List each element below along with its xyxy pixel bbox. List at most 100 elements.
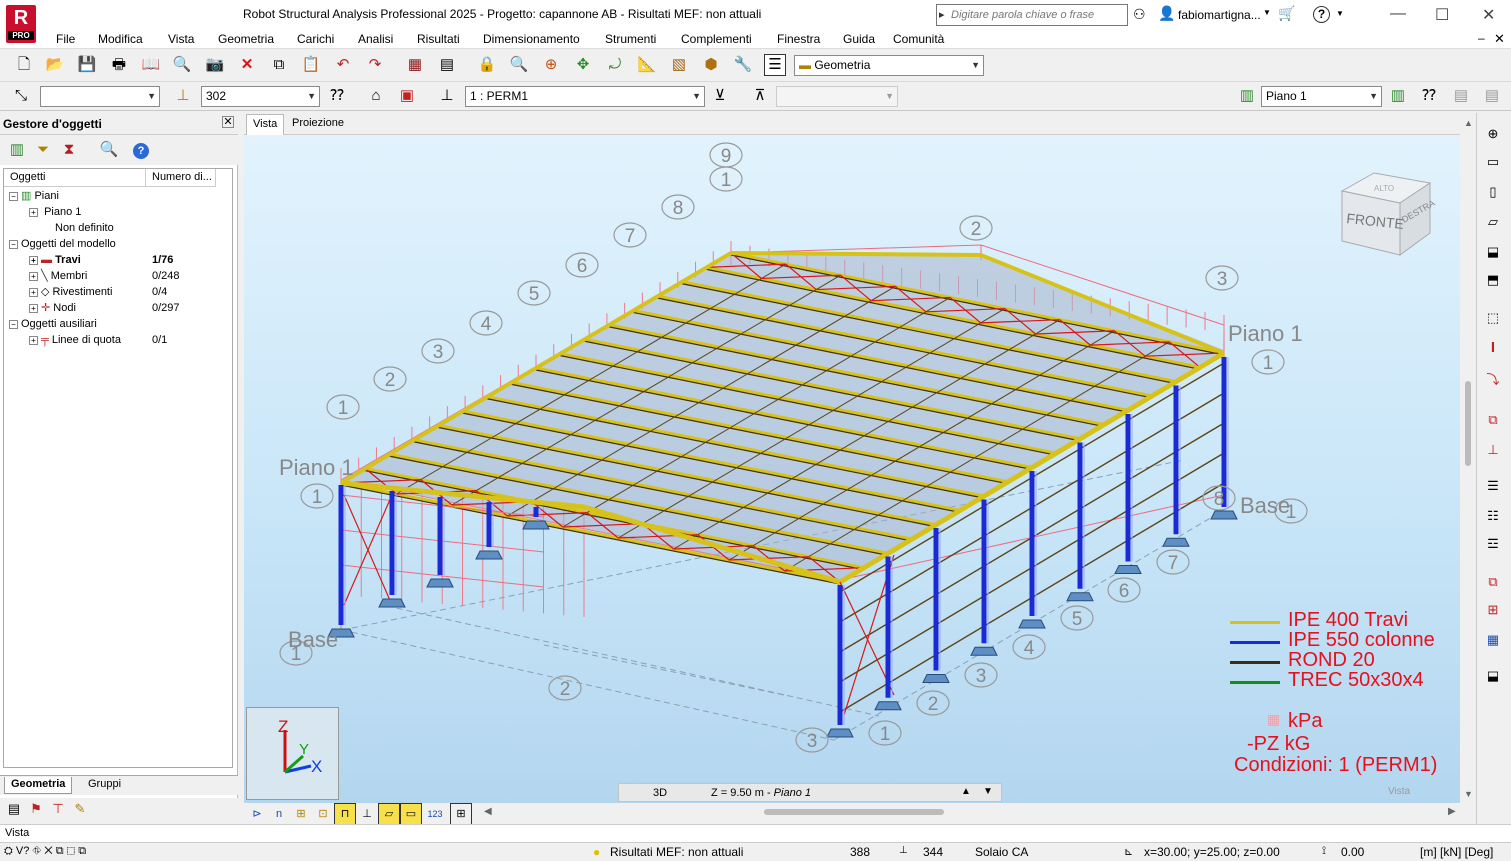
load-case-combo[interactable]: 1 : PERM1 ▼: [465, 86, 705, 107]
view-cube[interactable]: FRONTE DESTRA ALTO: [1334, 163, 1444, 263]
table-icon[interactable]: ▤: [436, 54, 458, 76]
menu-file[interactable]: File: [56, 32, 75, 46]
selection-combo[interactable]: ▼: [40, 86, 160, 107]
app-logo[interactable]: R PRO: [6, 5, 36, 43]
tools-icon[interactable]: 🔧: [732, 54, 754, 76]
clear-filter-icon[interactable]: ⧗: [58, 139, 80, 161]
cladding-display-icon[interactable]: ▭: [400, 803, 422, 825]
tree-item-nodi[interactable]: + ✛ Nodi: [29, 300, 76, 316]
undo-icon[interactable]: ↶: [332, 54, 354, 76]
expand-icon[interactable]: +: [29, 271, 38, 281]
calculator-icon[interactable]: ▦: [404, 54, 426, 76]
panel-display-icon[interactable]: ▱: [378, 803, 400, 825]
combination-tool-icon[interactable]: ☲: [1482, 533, 1504, 555]
section-tool-icon[interactable]: I: [1482, 337, 1504, 359]
status-units[interactable]: [m] [kN] [Deg]: [1420, 845, 1493, 859]
search-input[interactable]: Digitare parola chiave o frase: [936, 4, 1128, 26]
chevron-down-icon[interactable]: ▼: [1263, 8, 1271, 17]
select-icon[interactable]: ⤡: [10, 85, 32, 107]
redo-icon[interactable]: ↷: [364, 54, 386, 76]
tree-item-aux-objects[interactable]: − Oggetti ausiliari: [9, 316, 97, 332]
beam-tool-icon[interactable]: ▱: [1482, 211, 1504, 233]
search-icon[interactable]: 🔍: [98, 139, 120, 161]
collapse-icon[interactable]: −: [9, 191, 18, 201]
level-up-icon[interactable]: ▲: [961, 786, 971, 797]
menu-risultati[interactable]: Risultati: [417, 32, 460, 46]
expand-icon[interactable]: +: [29, 303, 38, 313]
level-down-icon[interactable]: ▼: [983, 786, 993, 797]
3d-viewport[interactable]: 91876543211231876543213211 Piano 1 Piano…: [244, 135, 1460, 803]
chevron-down-icon[interactable]: ▼: [1336, 9, 1344, 18]
rotate-icon[interactable]: ⤾: [604, 54, 626, 76]
brace-tool-icon[interactable]: ⬓: [1482, 241, 1504, 263]
scroll-left-icon[interactable]: ◀: [484, 806, 492, 817]
print-icon[interactable]: 🖶: [108, 54, 130, 76]
tree-item-travi[interactable]: + ▬ Travi: [29, 252, 81, 268]
scroll-up-icon[interactable]: ▲: [1464, 118, 1473, 128]
menu-geometria[interactable]: Geometria: [218, 32, 274, 46]
close-panel-icon[interactable]: ✕: [222, 116, 234, 128]
tree-item-piano-1[interactable]: + Piano 1: [29, 204, 81, 220]
open-folder-icon[interactable]: 📂: [44, 54, 66, 76]
menu-modifica[interactable]: Modifica: [98, 32, 143, 46]
storey-up-icon[interactable]: ▤: [1450, 85, 1472, 107]
menu-comunita[interactable]: Comunità: [893, 32, 944, 46]
structure-icon[interactable]: ⬢: [700, 54, 722, 76]
tab-gruppi[interactable]: Gruppi: [82, 777, 127, 794]
copy-icon[interactable]: ⧉: [78, 845, 86, 857]
bars-tool-icon[interactable]: ▭: [1482, 151, 1504, 173]
storey-down-icon[interactable]: ▤: [1481, 85, 1503, 107]
menu-finestra[interactable]: Finestra: [777, 32, 820, 46]
next-case-icon[interactable]: ⊼: [749, 85, 771, 107]
tree-item-model-objects[interactable]: − Oggetti del modello: [9, 236, 116, 252]
panel-tool-icon[interactable]: ⬚: [1482, 307, 1504, 329]
query-icon[interactable]: ⁇: [326, 85, 348, 107]
binoculars-icon[interactable]: ⚇: [1133, 6, 1146, 23]
collapse-icon[interactable]: −: [9, 319, 18, 329]
frame-tool-icon[interactable]: ⊞: [1482, 599, 1504, 621]
mdi-close-icon[interactable]: ✕: [1494, 31, 1505, 47]
tree-item-membri[interactable]: + ╲ Membri: [29, 268, 87, 284]
filter-icon[interactable]: ⏷: [32, 139, 54, 161]
storey-manage-icon[interactable]: ▥: [1387, 85, 1409, 107]
zoom-icon[interactable]: 🔍: [508, 54, 530, 76]
cross-icon[interactable]: ✕: [44, 845, 52, 857]
node-numbers-icon[interactable]: ⊳: [246, 803, 268, 825]
column-objects[interactable]: Oggetti: [4, 169, 146, 187]
tab-geometria[interactable]: Geometria: [4, 777, 73, 794]
properties-icon[interactable]: ▤: [3, 798, 25, 820]
load-table-icon[interactable]: ▣: [396, 85, 418, 107]
user-name[interactable]: fabiomartigna...: [1178, 8, 1261, 22]
storey-filter-icon[interactable]: ▥: [6, 139, 28, 161]
pan-icon[interactable]: ✥: [572, 54, 594, 76]
secondary-combo[interactable]: ▼: [776, 86, 898, 107]
maximize-icon[interactable]: ☐: [1435, 5, 1449, 25]
section-shape-icon[interactable]: ⊡: [312, 803, 334, 825]
load-tool-icon[interactable]: ☰: [1482, 475, 1504, 497]
support-tool-icon[interactable]: ⊥: [1482, 439, 1504, 461]
menu-analisi[interactable]: Analisi: [358, 32, 393, 46]
report-tool-icon[interactable]: ⬓: [1482, 665, 1504, 687]
help-icon[interactable]: ?: [1313, 6, 1330, 23]
expand-icon[interactable]: +: [29, 207, 38, 217]
lock-icon[interactable]: 🔒: [476, 54, 498, 76]
member-tool-icon[interactable]: ⬒: [1482, 269, 1504, 291]
collapse-icon[interactable]: −: [9, 239, 18, 249]
new-file-icon[interactable]: 🗋: [13, 54, 35, 76]
flag-icon[interactable]: ⚑: [25, 798, 47, 820]
nodes-tool-icon[interactable]: ⊕: [1482, 123, 1504, 145]
menu-dimensionamento[interactable]: Dimensionamento: [483, 32, 580, 46]
measure-icon[interactable]: 📐: [636, 54, 658, 76]
expand-icon[interactable]: +: [29, 335, 38, 345]
scroll-down-icon[interactable]: ▼: [1464, 789, 1473, 799]
grid-display-icon[interactable]: ⊞: [450, 803, 472, 825]
query-icon[interactable]: V?: [16, 845, 29, 857]
window-icon[interactable]: ⧉: [56, 845, 64, 857]
horizontal-scroll-thumb[interactable]: [764, 809, 944, 815]
mdi-minimize-icon[interactable]: –: [1478, 31, 1485, 45]
cube-icon[interactable]: ⬚: [67, 845, 75, 857]
view-icon[interactable]: ⛭: [4, 845, 13, 857]
load-table-tool-icon[interactable]: ☷: [1482, 505, 1504, 527]
column-count[interactable]: Numero di...: [146, 169, 216, 187]
pencil-icon[interactable]: ✎: [69, 798, 91, 820]
